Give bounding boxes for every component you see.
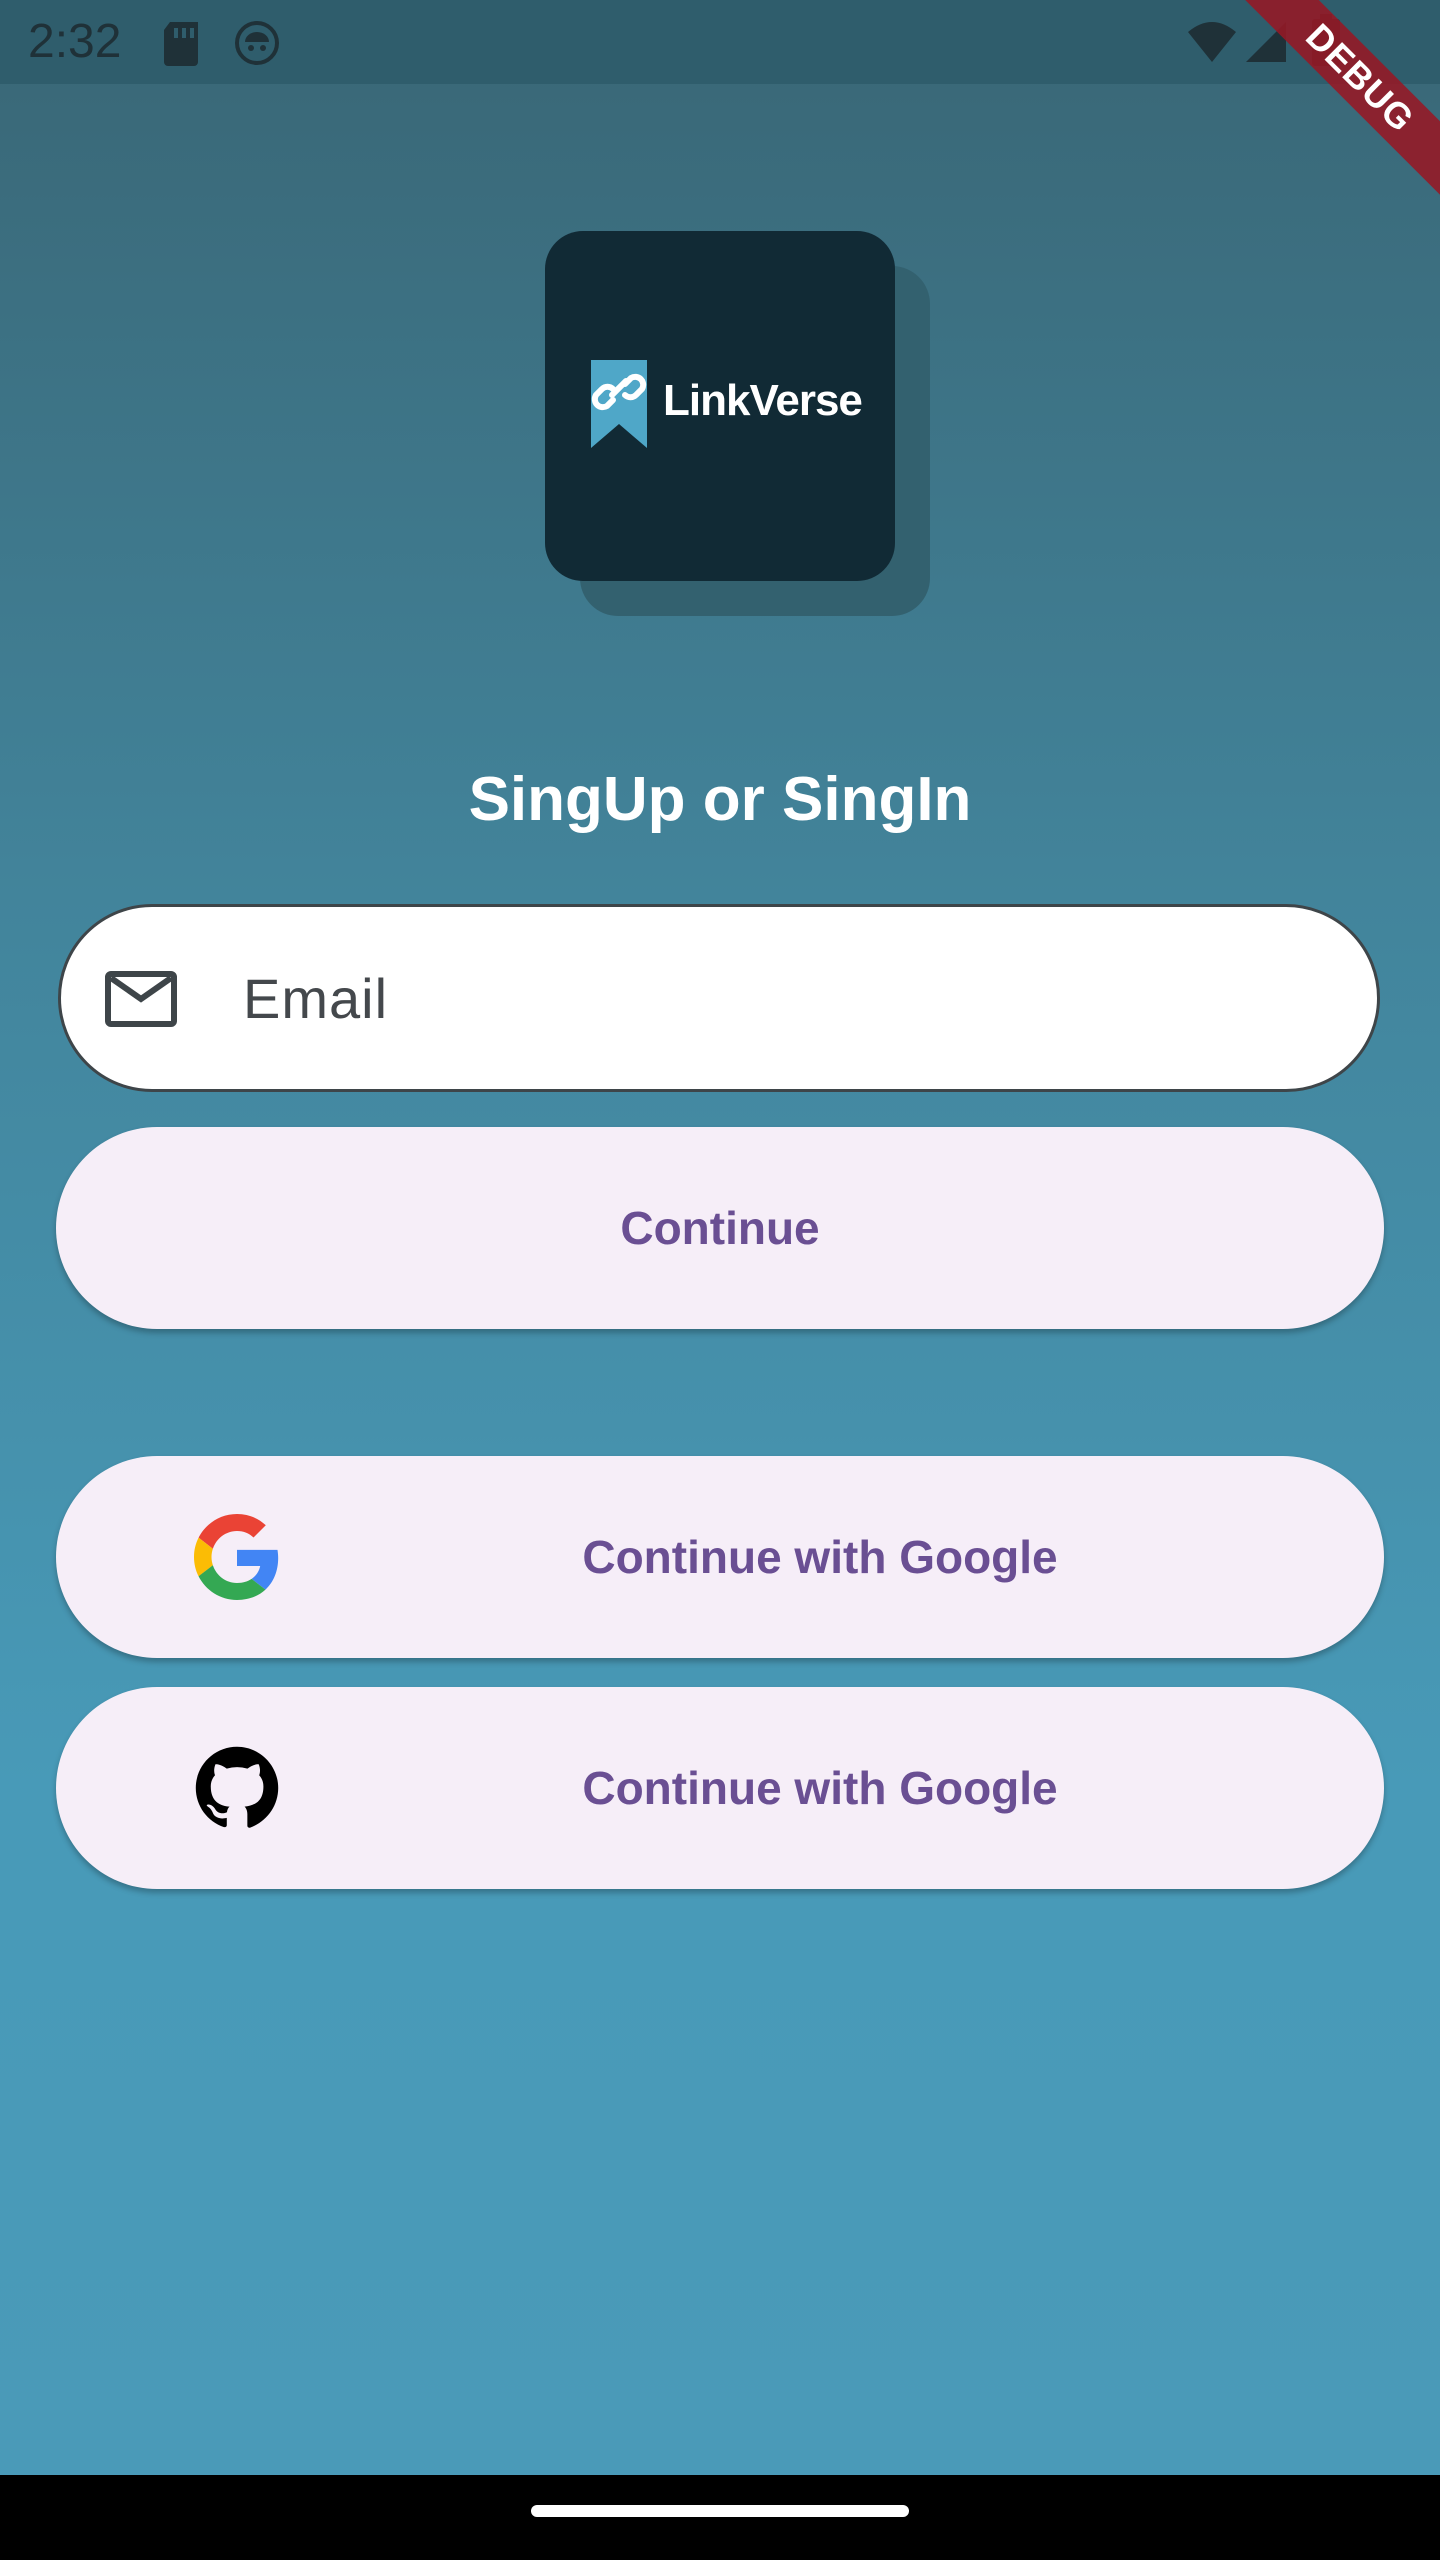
email-field[interactable] <box>58 904 1380 1092</box>
debug-bug-icon <box>234 20 280 71</box>
app-logo: LinkVerse <box>545 231 895 581</box>
github-button-label: Continue with Google <box>582 1762 1058 1814</box>
sd-card-icon <box>160 20 202 71</box>
logo-text: LinkVerse <box>663 376 863 425</box>
email-input[interactable] <box>241 947 1325 1049</box>
page-title: SingUp or SingIn <box>468 765 972 834</box>
home-gesture-handle[interactable] <box>531 2505 909 2517</box>
continue-with-github-button[interactable]: Continue with Google <box>56 1687 1384 1889</box>
status-bar: 2:32 <box>0 0 1440 84</box>
battery-icon <box>1312 14 1340 71</box>
continue-button-label: Continue <box>620 1202 820 1254</box>
google-button-label: Continue with Google <box>582 1531 1058 1583</box>
wifi-icon <box>1186 20 1238 69</box>
navigation-bar <box>0 2475 1440 2560</box>
bookmark-link-icon <box>587 356 651 457</box>
continue-button[interactable]: Continue <box>56 1127 1384 1329</box>
continue-with-google-button[interactable]: Continue with Google <box>56 1456 1384 1658</box>
mail-icon <box>105 971 177 1032</box>
status-time: 2:32 <box>28 15 122 68</box>
signal-icon <box>1244 18 1288 69</box>
